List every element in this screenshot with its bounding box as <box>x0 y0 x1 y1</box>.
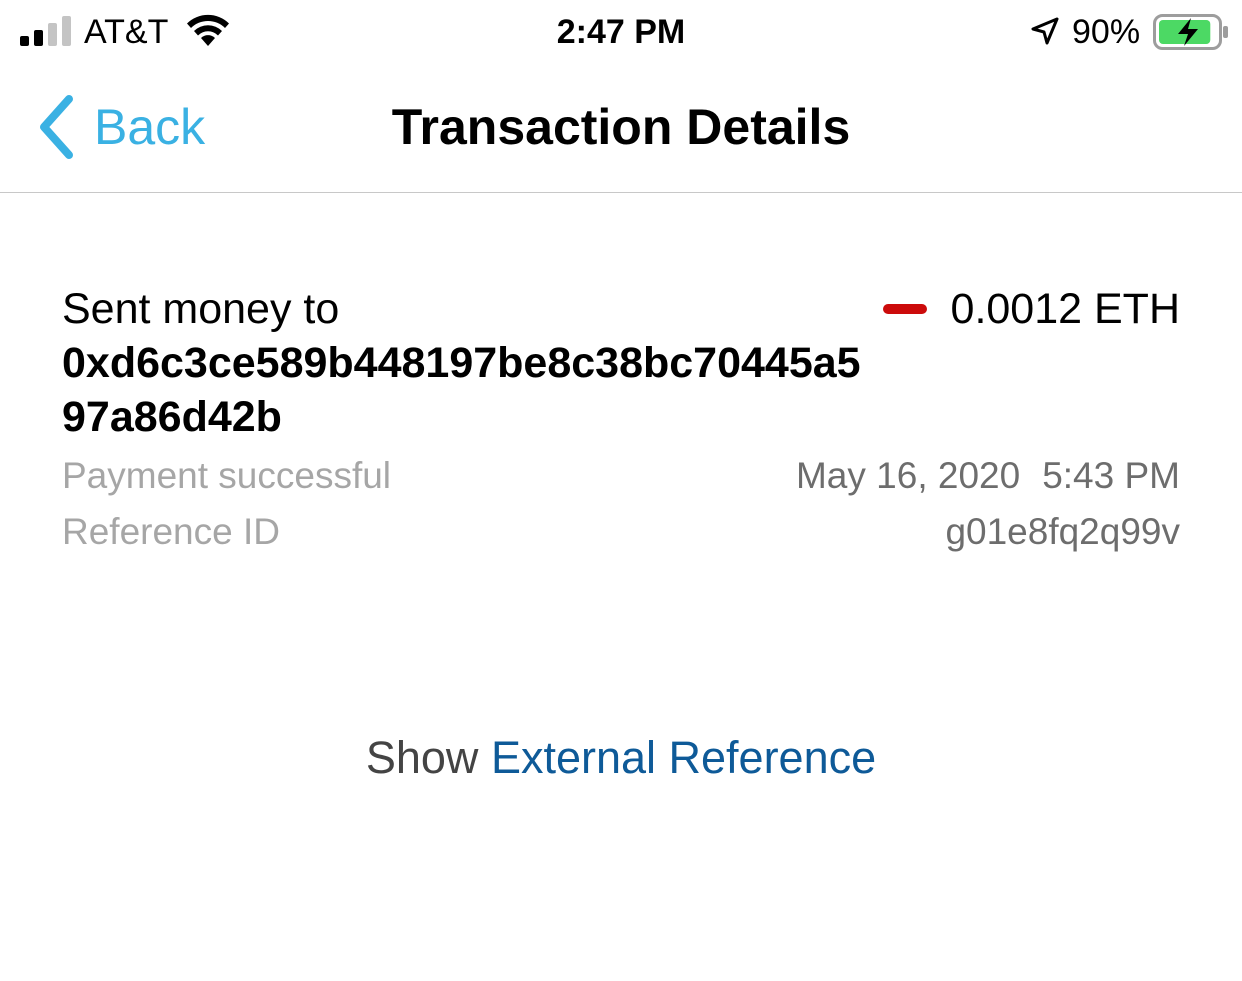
status-row: Payment successful May 16, 2020 5:43 PM <box>62 452 1180 500</box>
reference-label: Reference ID <box>62 511 280 552</box>
battery-percent: 90% <box>1072 13 1141 51</box>
location-arrow-icon <box>1031 17 1059 45</box>
external-reference-link[interactable]: External Reference <box>491 732 876 783</box>
transaction-datetime: May 16, 2020 5:43 PM <box>796 452 1180 500</box>
direction-label: Sent money to <box>62 285 340 333</box>
amount-value: 0.0012 ETH <box>950 285 1180 333</box>
navigation-bar: Back Transaction Details <box>0 66 1242 193</box>
reference-row: Reference ID g01e8fq2q99v <box>62 508 1180 556</box>
payment-status: Payment successful <box>62 455 392 496</box>
external-reference: Show External Reference <box>0 730 1242 786</box>
minus-icon <box>882 304 927 314</box>
recipient-address: 0xd6c3ce589b448197be8c38bc70445a597a86d4… <box>62 339 861 441</box>
reference-id: g01e8fq2q99v <box>945 511 1180 552</box>
transaction-date: May 16, 2020 <box>795 455 1021 496</box>
amount: 0.0012 ETH <box>882 282 1180 336</box>
transaction-time: 5:43 PM <box>1042 455 1180 496</box>
status-bar: AT&T 2:47 PM 90% <box>0 0 1242 66</box>
battery-charging-icon <box>1153 14 1228 50</box>
external-reference-prefix: Show <box>365 732 479 783</box>
page-title: Transaction Details <box>391 99 851 155</box>
